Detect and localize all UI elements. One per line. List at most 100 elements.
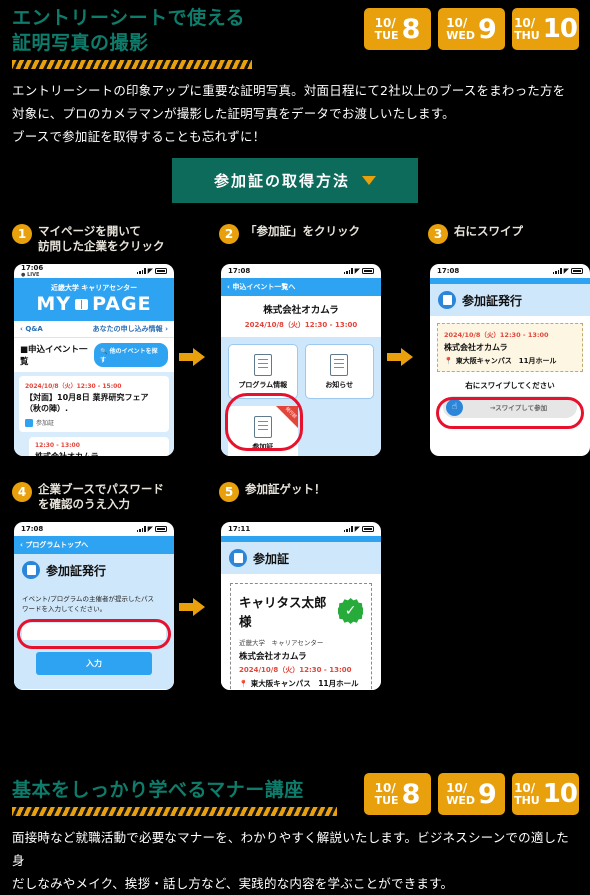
section-1-body-line3: ブースで参加証を取得することも忘れずに！: [12, 129, 266, 144]
date-weekday: WED: [446, 793, 475, 807]
certificate-icon: [22, 561, 40, 579]
section-1-stripe-divider: [12, 60, 252, 69]
highlight-ring-slider: [436, 397, 584, 429]
certificate-body: キャリタス太郎 様 ✓ 近畿大学 キャリアセンター 株式会社オカムラ 2024/…: [221, 574, 381, 690]
battery-icon: [362, 526, 374, 532]
step-4-label-line2: を確認のうえ入力: [38, 497, 130, 511]
step-2-header: 2 「参加証」をクリック: [219, 224, 409, 244]
nav-myinfo-link[interactable]: あなたの申し込み情報 ›: [93, 324, 168, 334]
step-3: 3 右にスワイプ: [428, 224, 588, 244]
step-4: 4 企業ブースでパスワード を確認のうえ入力: [12, 482, 202, 512]
submit-password-button[interactable]: 入力: [36, 652, 152, 675]
signal-icon: [136, 268, 146, 274]
date-day: 8: [401, 778, 421, 810]
date-badge: 10/WED 9: [438, 773, 505, 815]
event-card-tag: 参加証: [25, 418, 163, 427]
date-badge: 10/TUE 8: [364, 8, 431, 50]
phone-screenshot-1: 17:06 ● LIVE ◤ 近畿大学 キャリアセンター MY PAGE ‹ Q…: [14, 264, 174, 456]
tile-program-info[interactable]: プログラム情報: [228, 344, 298, 399]
step-3-label-line1: 右にスワイプ: [454, 224, 523, 238]
step-4-number: 4: [12, 482, 32, 502]
step-4-label-line1: 企業ブースでパスワード: [38, 482, 164, 496]
back-to-event-list-link[interactable]: ‹ 申込イベント一覧へ: [221, 278, 381, 296]
certificate-ticket: キャリタス太郎 様 ✓ 近畿大学 キャリアセンター 株式会社オカムラ 2024/…: [230, 583, 372, 690]
date-day: 8: [401, 13, 421, 45]
event-card-date: 2024/10/8（火）12:30 - 15:00: [25, 383, 122, 390]
section-2-body-line2: だしなみやメイク、挨拶・話し方など、実践的な内容を学ぶことができます。: [12, 876, 454, 891]
date-day: 9: [477, 13, 497, 45]
section-2-body-line1: 面接時など就職活動で必要なマナーを、わかりやすく解説いたします。ビジネスシーンで…: [12, 830, 569, 868]
status-bar: 17:08 ◤: [430, 264, 590, 278]
search-events-button[interactable]: 🔍 他のイベントを探す: [94, 343, 168, 367]
event-detail-box: 2024/10/8（火）12:30 - 13:00 株式会社オカムラ 📍 東大阪キ…: [437, 323, 583, 372]
section-1-body-line2: 対象に、プロのカメラマンが撮影した証明写真をデータでお渡しいたします。: [12, 106, 455, 121]
document-icon: [253, 353, 272, 376]
signal-icon: [552, 268, 562, 274]
section-2-stripe-divider: [12, 807, 337, 816]
mypage-text-1: MY: [36, 293, 72, 315]
status-bar: 17:08 ◤: [221, 264, 381, 278]
signal-icon: [343, 526, 353, 532]
event-card-time: 12:30 - 13:00: [35, 442, 80, 449]
event-date: 2024/10/8（火）12:30 - 13:00: [444, 331, 549, 339]
back-to-program-top-link[interactable]: ‹ プログラムトップへ: [14, 536, 174, 554]
step-2-number: 2: [219, 224, 239, 244]
swipe-instruction: 右にスワイプしてください: [465, 381, 555, 390]
wifi-icon: ◤: [147, 267, 153, 275]
mypage-nav: ‹ Q&A あなたの申し込み情報 ›: [14, 321, 174, 338]
date-month: 10/: [446, 15, 468, 30]
date-month: 10/: [374, 780, 396, 795]
nav-qa-link[interactable]: ‹ Q&A: [20, 325, 43, 333]
step-2: 2 「参加証」をクリック: [219, 224, 409, 244]
section-1-body: エントリーシートの印象アップに重要な証明写真。対面日程にて2社以上のブースをまわ…: [0, 69, 590, 148]
step-4-label: 企業ブースでパスワード を確認のうえ入力: [38, 482, 164, 512]
wifi-icon: ◤: [563, 267, 569, 275]
event-venue: 📍 東大阪キャンパス 11月ホール: [444, 357, 557, 365]
certificate-header: 参加証: [221, 542, 381, 574]
mypage-text-2: PAGE: [92, 293, 152, 315]
date-badge: 10/WED 9: [438, 8, 505, 50]
highlight-ring-password-input: [17, 619, 171, 649]
status-time: 17:08: [228, 267, 251, 275]
certificate-company: 株式会社オカムラ: [239, 652, 307, 662]
step-3-number: 3: [428, 224, 448, 244]
status-time: 17:08: [437, 267, 460, 275]
step-3-header: 3 右にスワイプ: [428, 224, 588, 244]
location-pin-icon: 📍: [444, 357, 453, 365]
issue-certificate-header: 参加証発行: [14, 554, 174, 586]
status-time: 17:06: [21, 264, 44, 272]
section-2-date-badges: 10/TUE 8 10/WED 9 10/THU 10: [364, 773, 579, 815]
event-card[interactable]: 12:30 - 13:00 株式会社オカムラ 参加証: [29, 437, 169, 456]
signal-icon: [343, 268, 353, 274]
phone-screenshot-4: 17:08 ◤ ‹ プログラムトップへ 参加証発行 イベント/プログラムの主催者…: [14, 522, 174, 690]
university-name: 近畿大学 キャリアセンター: [50, 284, 138, 292]
battery-icon: [155, 526, 167, 532]
step-1-label-line2: 訪問した企業をクリック: [38, 239, 165, 253]
event-list: 2024/10/8（火）12:30 - 15:00 【対面】10月8日 業界研究…: [14, 372, 174, 456]
event-card-company: 株式会社オカムラ: [35, 451, 163, 456]
status-bar: 17:11 ◤: [221, 522, 381, 536]
date-day: 10: [542, 14, 578, 44]
date-badge: 10/THU 10: [512, 8, 579, 50]
location-pin-icon: 📍: [239, 679, 248, 688]
step-5-number: 5: [219, 482, 239, 502]
step-2-label-line1: 「参加証」をクリック: [245, 224, 360, 238]
step-5-header: 5 参加証ゲット！: [219, 482, 409, 502]
envelope-document-icon: [330, 353, 349, 376]
event-card[interactable]: 2024/10/8（火）12:30 - 15:00 【対面】10月8日 業界研究…: [19, 376, 169, 432]
arrow-step-4-to-5-icon: [179, 598, 205, 616]
certificate-title: 参加証: [253, 551, 290, 566]
step-1: 1 マイページを開いて 訪問した企業をクリック: [12, 224, 202, 254]
status-time: 17:08: [21, 525, 44, 533]
program-header: 株式会社オカムラ 2024/10/8（火）12:30 - 13:00: [221, 296, 381, 337]
date-month: 10/: [446, 780, 468, 795]
step-4-header: 4 企業ブースでパスワード を確認のうえ入力: [12, 482, 202, 512]
tile-notice[interactable]: お知らせ: [304, 344, 374, 399]
triangle-down-icon: [362, 176, 376, 185]
step-1-header: 1 マイページを開いて 訪問した企業をクリック: [12, 224, 202, 254]
wifi-icon: ◤: [354, 525, 360, 533]
program-company: 株式会社オカムラ: [263, 305, 339, 316]
issue-certificate-header: 参加証発行: [430, 284, 590, 316]
participation-guide-button[interactable]: 参加証の取得方法: [172, 158, 418, 203]
arrow-step-1-to-2-icon: [179, 348, 205, 366]
